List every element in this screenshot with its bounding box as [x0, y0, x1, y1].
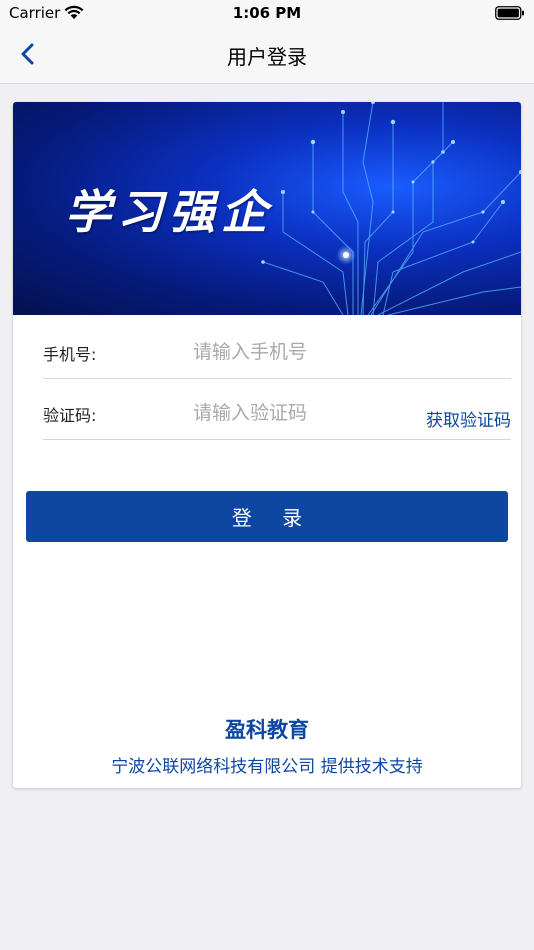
support-text: 宁波公联网络科技有限公司 提供技术支持: [111, 757, 423, 777]
phone-row: 手机号:: [43, 317, 511, 379]
status-bar: Carrier 1:06 PM: [0, 0, 534, 26]
brand-name: 盈科教育: [225, 718, 309, 742]
page-title: 用户登录: [227, 45, 307, 69]
navigation-bar: 用户登录: [0, 26, 534, 84]
status-time: 1:06 PM: [232, 4, 302, 22]
login-button[interactable]: 登 录: [26, 491, 508, 542]
phone-label: 手机号:: [43, 345, 97, 364]
login-card: 学习强企 手机号: 验证码: 获取验证码 登 录 盈科教育 宁波公联网络科技有限…: [13, 102, 521, 788]
banner-image: 学习强企: [13, 102, 521, 315]
get-code-button[interactable]: 获取验证码: [426, 406, 511, 431]
banner-title: 学习强企: [65, 185, 273, 239]
code-input[interactable]: [193, 400, 413, 426]
phone-input[interactable]: [193, 339, 413, 365]
code-row: 验证码: 获取验证码: [43, 378, 511, 440]
battery-icon: [495, 6, 524, 20]
code-label: 验证码:: [43, 406, 97, 425]
